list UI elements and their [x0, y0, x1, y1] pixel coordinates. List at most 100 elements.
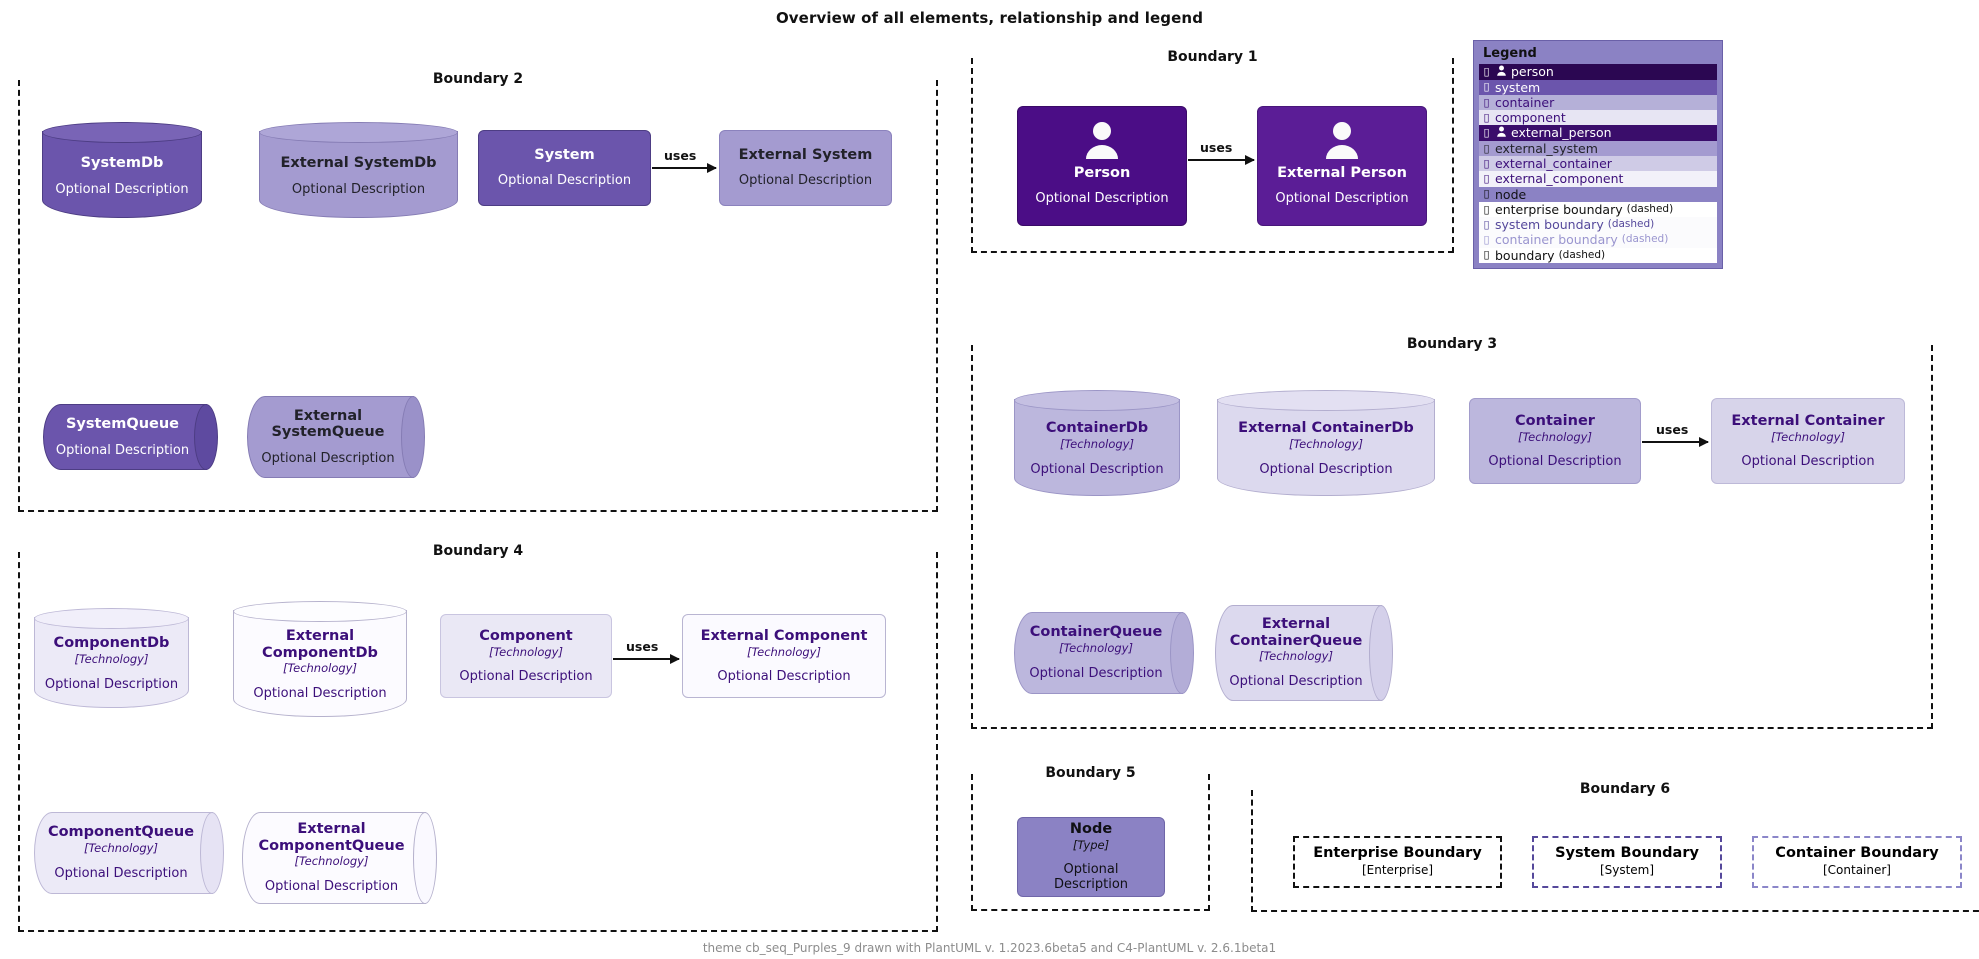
legend-swatch-icon: ▯ — [1483, 141, 1490, 155]
element-technology: [Technology] — [1259, 649, 1333, 664]
element-name: SystemDb — [80, 154, 164, 171]
element-description: Optional Description — [1275, 190, 1409, 206]
legend-row-label: system boundary — [1495, 217, 1604, 232]
element-person[interactable]: Person Optional Description — [1017, 106, 1187, 226]
element-external-person[interactable]: External Person Optional Description — [1257, 106, 1427, 226]
element-description: Optional Description — [1741, 453, 1875, 469]
element-component[interactable]: Component [Technology] Optional Descript… — [440, 614, 612, 698]
relationship-label-uses: uses — [626, 639, 659, 654]
element-name: Container Boundary — [1775, 845, 1939, 861]
element-external-component-db[interactable]: External ComponentDb [Technology] Option… — [233, 601, 407, 717]
element-name: Enterprise Boundary — [1313, 845, 1482, 861]
element-description: Optional Description — [44, 677, 179, 692]
legend-row-suffix: (dashed) — [1607, 218, 1655, 231]
legend-swatch-icon: ▯ — [1483, 64, 1490, 78]
element-description: Optional Description — [497, 173, 632, 189]
element-technology: [Technology] — [74, 652, 149, 667]
legend-swatch-icon: ▯ — [1483, 110, 1490, 124]
person-icon — [1495, 65, 1507, 79]
element-technology: [Technology] — [1289, 437, 1363, 452]
element-system-db[interactable]: SystemDb Optional Description — [42, 122, 202, 218]
element-description: Optional Description — [1035, 190, 1169, 206]
element-description: Optional Description — [253, 686, 387, 702]
element-description: Optional Description — [55, 181, 189, 197]
element-external-system-queue[interactable]: External SystemQueue Optional Descriptio… — [247, 396, 425, 478]
legend-swatch-icon: ▯ — [1483, 248, 1490, 262]
element-description: Optional Description — [717, 668, 851, 684]
legend-row-label: external_system — [1495, 140, 1598, 156]
legend-row-label: external_container — [1495, 156, 1612, 171]
element-name: External ContainerQueue — [1229, 616, 1363, 649]
boundary-4-title: Boundary 4 — [20, 543, 936, 559]
element-name: External SystemQueue — [271, 407, 385, 441]
element-name: External System — [738, 147, 873, 164]
element-external-container[interactable]: External Container [Technology] Optional… — [1711, 398, 1905, 484]
legend-title: Legend — [1483, 46, 1537, 61]
element-name: ComponentQueue — [47, 824, 195, 841]
relationship-container-to-external-container — [1642, 437, 1709, 447]
relationship-label-uses: uses — [1200, 140, 1233, 155]
legend-row-external-person: ▯ external_person — [1479, 125, 1717, 141]
boundary-6-title: Boundary 6 — [1253, 781, 1979, 797]
relationship-label-uses: uses — [1656, 422, 1689, 437]
boundary-3-title: Boundary 3 — [973, 336, 1931, 352]
legend-row-system-boundary: ▯ system boundary (dashed) — [1479, 217, 1717, 233]
legend-rows: ▯ person ▯ system ▯ container ▯ component ▯ exter… — [1479, 64, 1717, 263]
element-system-boundary[interactable]: System Boundary [System] — [1532, 836, 1722, 888]
legend-row-system: ▯ system — [1479, 79, 1717, 95]
element-container-boundary[interactable]: Container Boundary [Container] — [1752, 836, 1962, 888]
element-technology: [Technology] — [84, 841, 158, 856]
legend-row-node: ▯ node — [1479, 186, 1717, 202]
element-technology: [Technology] — [489, 644, 563, 659]
element-external-container-queue[interactable]: External ContainerQueue [Technology] Opt… — [1215, 605, 1393, 701]
legend-row-external-system: ▯ external_system — [1479, 140, 1717, 156]
element-container[interactable]: Container [Technology] Optional Descript… — [1469, 398, 1641, 484]
element-component-db[interactable]: ComponentDb [Technology] Optional Descri… — [34, 608, 189, 708]
person-icon — [1495, 126, 1507, 140]
footer-credit: theme cb_seq_Purples_9 drawn with PlantU… — [702, 941, 1277, 955]
element-name: External Component — [700, 627, 868, 644]
legend-row-label: person — [1511, 64, 1554, 80]
person-icon — [1322, 121, 1362, 163]
element-external-system-db[interactable]: External SystemDb Optional Description — [259, 122, 458, 218]
element-node[interactable]: Node [Type] Optional Description — [1017, 817, 1165, 897]
element-name: ContainerQueue — [1029, 624, 1163, 641]
legend-swatch-icon: ▯ — [1483, 80, 1490, 94]
legend-row-enterprise-boundary: ▯ enterprise boundary (dashed) — [1479, 201, 1717, 217]
element-technology: [Technology] — [1771, 429, 1845, 444]
element-component-queue[interactable]: ComponentQueue [Technology] Optional Des… — [34, 812, 224, 894]
legend-row-boundary: ▯ boundary (dashed) — [1479, 247, 1717, 263]
element-technology: [System] — [1599, 863, 1655, 878]
legend-swatch-icon: ▯ — [1483, 172, 1490, 186]
element-container-queue[interactable]: ContainerQueue [Technology] Optional Des… — [1014, 612, 1194, 694]
person-icon — [1082, 121, 1122, 163]
element-enterprise-boundary[interactable]: Enterprise Boundary [Enterprise] — [1293, 836, 1502, 888]
element-description: Optional Description — [291, 181, 426, 197]
element-external-container-db[interactable]: External ContainerDb [Technology] Option… — [1217, 390, 1435, 496]
element-technology: [Technology] — [1518, 429, 1592, 444]
legend-row-label: external_person — [1511, 125, 1612, 141]
relationship-system-to-external-system — [652, 163, 717, 173]
element-technology: [Technology] — [747, 644, 821, 659]
legend-row-component: ▯ component — [1479, 110, 1717, 126]
element-technology: [Enterprise] — [1361, 863, 1434, 878]
element-external-component-queue[interactable]: External ComponentQueue [Technology] Opt… — [242, 812, 437, 904]
element-technology: [Type] — [1072, 837, 1110, 852]
relationship-label-uses: uses — [664, 148, 697, 163]
element-technology: [Technology] — [283, 661, 357, 676]
legend-row-label: system — [1495, 79, 1541, 95]
element-container-db[interactable]: ContainerDb [Technology] Optional Descri… — [1014, 390, 1180, 496]
element-external-system[interactable]: External System Optional Description — [719, 130, 892, 206]
page-title: Overview of all elements, relationship a… — [775, 9, 1204, 27]
element-description: Optional Description — [738, 173, 873, 189]
legend-row-container: ▯ container — [1479, 94, 1717, 110]
element-description: Optional Description — [1053, 861, 1129, 893]
legend-swatch-icon: ▯ — [1483, 126, 1490, 140]
element-name: External Container — [1731, 412, 1885, 429]
element-external-component[interactable]: External Component [Technology] Optional… — [682, 614, 886, 698]
element-system-queue[interactable]: SystemQueue Optional Description — [43, 404, 218, 470]
legend-swatch-icon: ▯ — [1483, 95, 1490, 109]
element-system[interactable]: System Optional Description — [478, 130, 651, 206]
element-description: Optional Description — [54, 866, 188, 881]
element-description: Optional Description — [1030, 462, 1164, 477]
